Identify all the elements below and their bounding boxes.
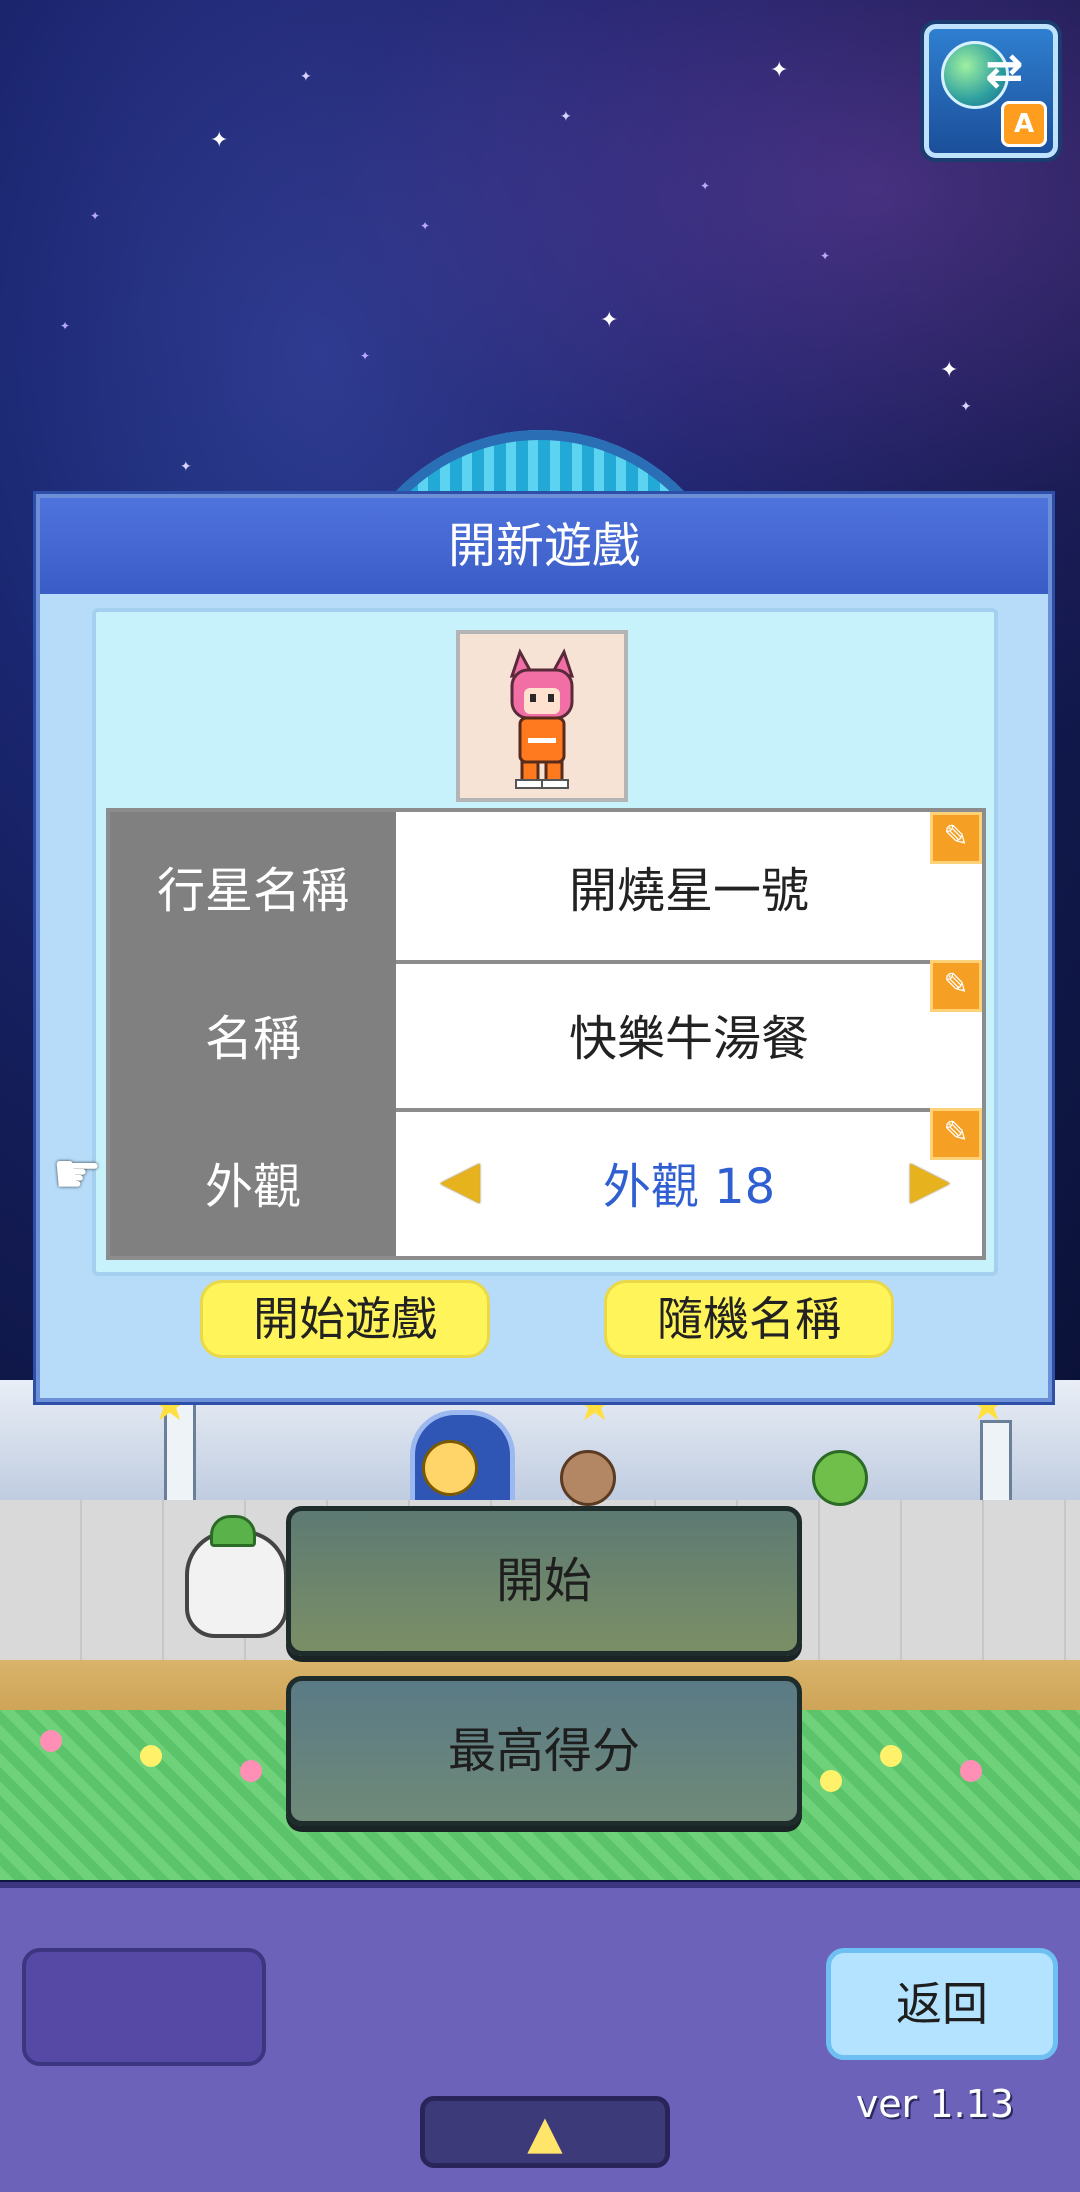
bottom-bar: 返回 ver 1.13 ▲ <box>0 1882 1080 2192</box>
language-badge: A <box>1001 101 1047 147</box>
random-name-button[interactable]: 隨機名稱 <box>604 1280 894 1358</box>
company-name-row[interactable]: 名稱 快樂牛湯餐 ✎ <box>110 960 982 1112</box>
star-icon: ✦ <box>300 69 312 85</box>
star-icon: ✦ <box>940 358 959 383</box>
planet-name-value[interactable]: 開燒星一號 <box>396 812 982 960</box>
star-icon: ✦ <box>960 399 972 415</box>
flower <box>140 1745 162 1767</box>
star-icon: ✦ <box>420 219 431 233</box>
new-game-dialog: 開新遊戲 行星名稱 開燒星一號 ✎ 名稱 快樂牛湯餐 ✎ 外觀 外觀 18 ◀ … <box>36 494 1052 1402</box>
pink-cat-character-icon <box>509 648 575 789</box>
refresh-arrows-icon: ⇄ <box>985 43 1024 97</box>
high-score-button[interactable]: 最高得分 <box>286 1676 802 1826</box>
company-name-value[interactable]: 快樂牛湯餐 <box>396 960 982 1108</box>
appearance-value: 外觀 18 <box>602 1159 776 1215</box>
flower <box>820 1770 842 1792</box>
pointing-hand-icon: ☛ <box>52 1142 103 1207</box>
back-button[interactable]: 返回 <box>826 1948 1058 2060</box>
planet-name-label: 行星名稱 <box>110 812 396 960</box>
appearance-row[interactable]: 外觀 外觀 18 ◀ ▶ ✎ <box>110 1108 982 1256</box>
blond-character <box>422 1440 478 1496</box>
star-icon: ✦ <box>90 209 101 223</box>
flower <box>880 1745 902 1767</box>
character-portrait <box>456 630 628 802</box>
start-button[interactable]: 開始 <box>286 1506 802 1656</box>
version-label: ver 1.13 <box>855 2082 1014 2126</box>
new-game-panel: 行星名稱 開燒星一號 ✎ 名稱 快樂牛湯餐 ✎ 外觀 外觀 18 ◀ ▶ ✎ <box>92 608 998 1276</box>
flower <box>960 1760 982 1782</box>
next-appearance-button[interactable]: ▶ <box>910 1152 950 1208</box>
star-icon: ✦ <box>820 249 831 263</box>
planet-name-row[interactable]: 行星名稱 開燒星一號 ✎ <box>110 812 982 964</box>
expand-up-button[interactable]: ▲ <box>420 2096 670 2168</box>
star-icon: ✦ <box>770 58 789 83</box>
star-icon: ✦ <box>180 459 192 475</box>
flower <box>40 1730 62 1752</box>
brown-hair-character <box>560 1450 616 1506</box>
edit-icon[interactable]: ✎ <box>930 1108 982 1160</box>
edit-icon[interactable]: ✎ <box>930 812 982 864</box>
star-icon: ✦ <box>600 308 619 333</box>
empty-slot <box>22 1948 266 2066</box>
green-hair-character <box>812 1450 868 1506</box>
star-icon: ✦ <box>700 179 711 193</box>
star-icon: ✦ <box>60 319 71 333</box>
flower <box>240 1760 262 1782</box>
new-game-settings-table: 行星名稱 開燒星一號 ✎ 名稱 快樂牛湯餐 ✎ 外觀 外觀 18 ◀ ▶ ✎ <box>106 808 986 1260</box>
dialog-title: 開新遊戲 <box>40 498 1048 594</box>
sprout-leaf <box>210 1515 256 1547</box>
star-icon: ✦ <box>360 349 371 363</box>
edit-icon[interactable]: ✎ <box>930 960 982 1012</box>
start-game-button[interactable]: 開始遊戲 <box>200 1280 490 1358</box>
language-switch-button[interactable]: ⇄ A <box>924 24 1058 158</box>
appearance-label: 外觀 <box>110 1108 396 1256</box>
previous-appearance-button[interactable]: ◀ <box>440 1152 480 1208</box>
company-name-label: 名稱 <box>110 960 396 1108</box>
star-icon: ✦ <box>560 109 572 125</box>
star-icon: ✦ <box>210 128 229 153</box>
